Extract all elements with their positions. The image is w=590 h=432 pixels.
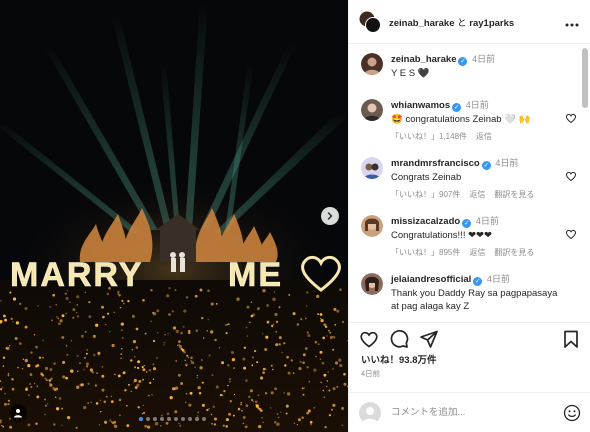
emoji-smiley-icon[interactable] bbox=[563, 404, 581, 422]
post-date[interactable]: 4日前 bbox=[361, 368, 380, 379]
caption: zeinab_harake ✓ 4日前 Y E S 🖤 bbox=[349, 50, 590, 86]
reply-button[interactable]: 返信 bbox=[469, 247, 485, 258]
post-authors: zeinab_harake と ray1parks bbox=[389, 15, 564, 29]
save-bookmark-icon[interactable] bbox=[561, 329, 581, 349]
current-user-avatar bbox=[359, 401, 381, 424]
author-connector: と bbox=[457, 17, 467, 29]
sign-marry: MARRY bbox=[10, 256, 143, 294]
post-header: zeinab_harake と ray1parks bbox=[349, 0, 590, 44]
like-comment-heart-icon[interactable] bbox=[565, 228, 577, 240]
comment-likes[interactable]: 「いいね！」1,148件 bbox=[391, 131, 467, 142]
carousel-dot bbox=[153, 417, 157, 421]
comment-username[interactable]: jelaiandresofficial bbox=[391, 274, 471, 285]
commenter-avatar[interactable] bbox=[361, 157, 383, 179]
comments-list[interactable]: zeinab_harake ✓ 4日前 Y E S 🖤 whianwamos ✓ 4… bbox=[349, 44, 590, 319]
like-heart-icon[interactable] bbox=[359, 329, 379, 349]
comment-bubble-icon[interactable] bbox=[389, 329, 409, 349]
add-comment-bar bbox=[349, 392, 590, 432]
comment-username[interactable]: mrandmrsfrancisco bbox=[391, 158, 480, 169]
translate-button[interactable]: 翻訳を見る bbox=[494, 247, 534, 258]
carousel-dot bbox=[188, 417, 192, 421]
commenter-avatar[interactable] bbox=[361, 215, 383, 237]
comment-text: Thank you Daddy Ray sa pagpapasaya at pa… bbox=[391, 288, 558, 312]
carousel-indicator bbox=[139, 417, 206, 421]
like-comment-heart-icon[interactable] bbox=[565, 112, 577, 124]
verified-badge-icon: ✓ bbox=[462, 219, 472, 228]
comment-time[interactable]: 4日前 bbox=[495, 158, 518, 168]
comment-time[interactable]: 4日前 bbox=[476, 216, 499, 226]
collab-avatar[interactable] bbox=[359, 11, 381, 33]
next-image-button[interactable] bbox=[321, 207, 339, 225]
collaborator-username[interactable]: ray1parks bbox=[469, 18, 514, 29]
more-horizontal-icon bbox=[565, 23, 579, 26]
verified-badge-icon: ✓ bbox=[458, 57, 468, 66]
caption-username[interactable]: zeinab_harake bbox=[391, 54, 456, 65]
comment-text: Congratulations!!! ❤❤❤ bbox=[391, 230, 492, 241]
commenter-avatar[interactable] bbox=[361, 99, 383, 121]
carousel-dot bbox=[139, 417, 143, 421]
carousel-dot bbox=[181, 417, 185, 421]
commenter-avatar[interactable] bbox=[361, 273, 383, 295]
comment-username[interactable]: missizacalzado bbox=[391, 216, 460, 227]
like-comment-heart-icon[interactable] bbox=[565, 170, 577, 182]
carousel-dot bbox=[146, 417, 150, 421]
verified-badge-icon: ✓ bbox=[481, 161, 491, 170]
comment-item: mrandmrsfrancisco ✓ 4日前 Congrats Zeinab 「… bbox=[349, 154, 590, 212]
more-options-button[interactable] bbox=[564, 14, 580, 30]
translate-button[interactable]: 翻訳を見る bbox=[494, 189, 534, 200]
comment-time[interactable]: 4日前 bbox=[487, 274, 510, 284]
sign-me: ME bbox=[228, 256, 283, 294]
author-avatar[interactable] bbox=[361, 53, 383, 75]
likes-count[interactable]: いいね！93.8万件 bbox=[361, 352, 437, 366]
comment-text: Congrats Zeinab bbox=[391, 172, 462, 183]
comment-likes[interactable]: 「いいね！」895件 bbox=[391, 247, 460, 258]
verified-badge-icon: ✓ bbox=[473, 277, 483, 286]
comment-item: whianwamos ✓ 4日前 🤩 congratulations Zeinab… bbox=[349, 96, 590, 154]
add-comment-input[interactable] bbox=[391, 407, 563, 418]
carousel-dot bbox=[195, 417, 199, 421]
carousel-dot bbox=[202, 417, 206, 421]
verified-badge-icon: ✓ bbox=[452, 103, 462, 112]
carousel-dot bbox=[174, 417, 178, 421]
carousel-dot bbox=[160, 417, 164, 421]
reply-button[interactable]: 返信 bbox=[469, 189, 485, 200]
caption-time[interactable]: 4日前 bbox=[472, 54, 495, 64]
chevron-right-icon bbox=[327, 212, 333, 220]
post-side-panel: zeinab_harake と ray1parks zeinab_harake ✓ bbox=[348, 0, 590, 432]
comment-text: 🤩 congratulations Zeinab 🤍 🙌 bbox=[391, 114, 531, 125]
reply-button[interactable]: 返信 bbox=[476, 131, 492, 142]
comment-item: jelaiandresofficial ✓ 4日前 Thank you Daddy… bbox=[349, 270, 590, 319]
comment-item: missizacalzado ✓ 4日前 Congratulations!!! ❤… bbox=[349, 212, 590, 270]
share-send-icon[interactable] bbox=[419, 329, 439, 349]
caption-text: Y E S 🖤 bbox=[391, 68, 430, 79]
comments-scrollbar[interactable] bbox=[582, 48, 588, 108]
post-dialog: MARRY ME zeinab_harake と ray1parks zeina… bbox=[0, 0, 590, 432]
comment-username[interactable]: whianwamos bbox=[391, 100, 450, 111]
post-actions bbox=[349, 322, 590, 354]
comment-likes[interactable]: 「いいね！」907件 bbox=[391, 189, 460, 200]
comment-time[interactable]: 4日前 bbox=[466, 100, 489, 110]
tagged-users-button[interactable] bbox=[9, 404, 27, 422]
marry-me-photo: MARRY ME bbox=[0, 0, 348, 432]
post-image[interactable]: MARRY ME bbox=[0, 0, 348, 432]
user-icon bbox=[14, 409, 22, 418]
carousel-dot bbox=[167, 417, 171, 421]
author-username[interactable]: zeinab_harake bbox=[389, 18, 454, 29]
